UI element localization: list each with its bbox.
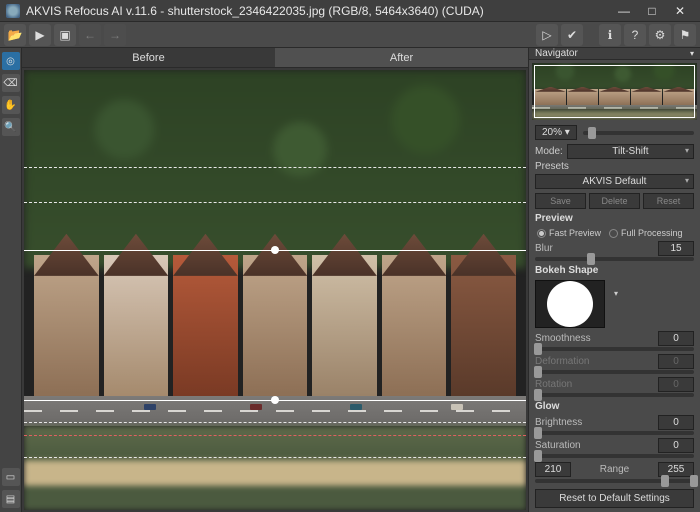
navigator-thumbnail[interactable] [532, 63, 697, 120]
settings-button[interactable]: ⚙ [649, 24, 671, 46]
focus-area-tool[interactable]: ◎ [2, 52, 20, 70]
right-panel: Navigator ▾ 20% ▾ Mode: Tilt-Shift Prese… [528, 48, 700, 512]
view-mode-1[interactable]: ▭ [2, 468, 20, 486]
range-label: Range [575, 464, 654, 475]
blur-label: Blur [535, 243, 654, 254]
open-file-button[interactable]: 📂 [4, 24, 26, 46]
guide-handle[interactable] [271, 396, 279, 404]
preset-save-button[interactable]: Save [535, 193, 586, 209]
left-toolbar: ◎ ⌫ ✋ 🔍 [0, 48, 22, 464]
tilt-shift-guide[interactable] [24, 422, 526, 423]
run-button[interactable]: ▷ [536, 24, 558, 46]
saturation-label: Saturation [535, 440, 654, 451]
saturation-slider[interactable] [535, 454, 694, 458]
maximize-button[interactable]: □ [638, 1, 666, 21]
view-mode-2[interactable]: ▤ [2, 490, 20, 508]
car [144, 404, 156, 410]
info-button[interactable]: ℹ [599, 24, 621, 46]
saturation-value[interactable]: 0 [658, 438, 694, 453]
navigator-header[interactable]: Navigator ▾ [529, 48, 700, 60]
presets-label: Presets [535, 161, 571, 172]
glow-label: Glow [529, 399, 700, 414]
navigator-viewport[interactable] [534, 65, 695, 118]
help-button[interactable]: ? [624, 24, 646, 46]
tilt-shift-guide[interactable] [24, 400, 526, 401]
zoom-dropdown[interactable]: 20% ▾ [535, 125, 577, 140]
brightness-label: Brightness [535, 417, 654, 428]
preset-delete-button[interactable]: Delete [589, 193, 640, 209]
tilt-shift-guide[interactable] [24, 435, 526, 436]
image-preview [24, 70, 526, 510]
window-title: AKVIS Refocus AI v.11.6 - shutterstock_2… [26, 4, 610, 18]
navigator-label: Navigator [535, 48, 578, 59]
car [350, 404, 362, 410]
zoom-tool[interactable]: 🔍 [2, 118, 20, 136]
range-slider[interactable] [535, 479, 694, 483]
bokeh-circle-icon [547, 281, 593, 327]
tab-after[interactable]: After [275, 48, 528, 67]
rotation-value: 0 [658, 377, 694, 392]
smoothness-label: Smoothness [535, 333, 654, 344]
before-after-tabs: Before After [22, 48, 528, 68]
tilt-shift-guide[interactable] [24, 457, 526, 458]
minimize-button[interactable]: — [610, 1, 638, 21]
apply-button[interactable]: ✔ [561, 24, 583, 46]
mode-select[interactable]: Tilt-Shift [567, 144, 694, 159]
redo-button: → [104, 24, 126, 46]
canvas[interactable] [24, 70, 526, 510]
blur-value[interactable]: 15 [658, 241, 694, 256]
collapse-icon: ▾ [690, 49, 694, 58]
car [451, 404, 463, 410]
bokeh-dropdown-icon[interactable]: ▾ [614, 289, 618, 298]
tilt-shift-guide[interactable] [24, 202, 526, 203]
tilt-shift-guide[interactable] [24, 167, 526, 168]
export-button[interactable]: ▶ [29, 24, 51, 46]
zoom-slider[interactable] [583, 131, 694, 135]
preview-section-label: Preview [529, 211, 700, 226]
titlebar: AKVIS Refocus AI v.11.6 - shutterstock_2… [0, 0, 700, 22]
left-toolbar-bottom: ▭ ▤ [0, 464, 22, 512]
app-icon [6, 4, 20, 18]
close-button[interactable]: ✕ [666, 1, 694, 21]
deformation-slider [535, 370, 694, 374]
rotation-label: Rotation [535, 379, 654, 390]
blur-slider[interactable] [535, 257, 694, 261]
deformation-value: 0 [658, 354, 694, 369]
smoothness-value[interactable]: 0 [658, 331, 694, 346]
radio-fast-preview[interactable]: Fast Preview [537, 228, 601, 238]
preset-select[interactable]: AKVIS Default [535, 174, 694, 189]
hand-tool[interactable]: ✋ [2, 96, 20, 114]
reset-defaults-button[interactable]: Reset to Default Settings [535, 489, 694, 508]
undo-button: ← [79, 24, 101, 46]
range-low-value[interactable]: 210 [535, 462, 571, 477]
guide-handle[interactable] [271, 246, 279, 254]
bokeh-label: Bokeh Shape [529, 263, 700, 278]
rotation-slider [535, 393, 694, 397]
eraser-tool[interactable]: ⌫ [2, 74, 20, 92]
toolbar: 📂 ▶ ▣ ← → ▷ ✔ ℹ ? ⚙ ⚑ [0, 22, 700, 48]
car [250, 404, 262, 410]
deformation-label: Deformation [535, 356, 654, 367]
preset-reset-button[interactable]: Reset [643, 193, 694, 209]
tab-before[interactable]: Before [22, 48, 275, 67]
notify-button[interactable]: ⚑ [674, 24, 696, 46]
bokeh-shape-preview[interactable]: ▾ [535, 280, 605, 328]
batch-button[interactable]: ▣ [54, 24, 76, 46]
tilt-shift-guide[interactable] [24, 250, 526, 251]
radio-full-processing[interactable]: Full Processing [609, 228, 683, 238]
smoothness-slider[interactable] [535, 347, 694, 351]
brightness-value[interactable]: 0 [658, 415, 694, 430]
mode-label: Mode: [535, 146, 563, 157]
brightness-slider[interactable] [535, 431, 694, 435]
